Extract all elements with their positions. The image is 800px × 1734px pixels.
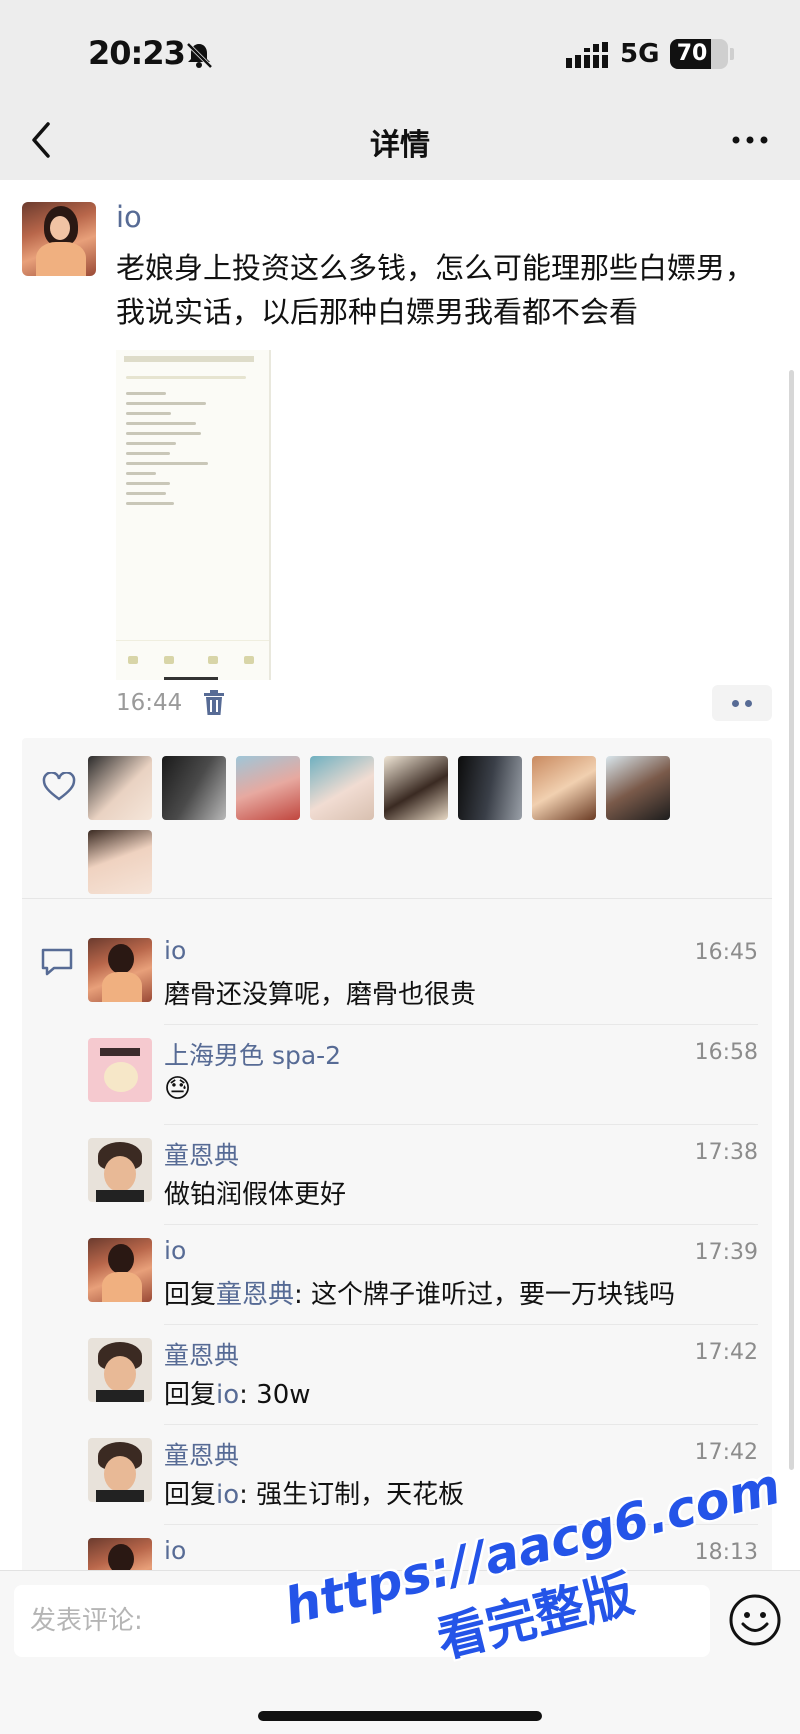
network-label: 5G <box>620 39 660 69</box>
comment-author[interactable]: io <box>164 1236 186 1265</box>
liker-avatar[interactable] <box>458 756 522 820</box>
comment-item[interactable]: 童恩典 17:42 回复io: 30w <box>88 1324 758 1438</box>
reply-target[interactable]: 童恩典 <box>216 1280 294 1310</box>
status-time: 20:23 <box>88 34 186 72</box>
reply-target[interactable]: io <box>216 1380 239 1410</box>
liker-avatar[interactable] <box>384 756 448 820</box>
comment-item[interactable]: io 16:45 磨骨还没算呢，磨骨也很贵 <box>88 936 758 1038</box>
reply-label: 回复 <box>164 1380 217 1410</box>
comment-text: 回复io: 强生订制，天花板 <box>164 1480 465 1510</box>
comment-author[interactable]: io <box>164 936 186 965</box>
comment-author[interactable]: 童恩典 <box>164 1436 239 1472</box>
comment-time: 17:42 <box>694 1340 758 1365</box>
post-time: 16:44 <box>116 690 183 716</box>
nav-bar: 详情 <box>0 100 800 180</box>
divider <box>22 898 772 899</box>
comment-text: 做铂润假体更好 <box>164 1180 347 1210</box>
comment-time: 16:45 <box>694 940 758 965</box>
avatar[interactable] <box>88 1538 152 1570</box>
bell-muted-icon <box>186 42 213 69</box>
reply-target[interactable]: io <box>216 1480 239 1510</box>
avatar[interactable] <box>88 1238 152 1302</box>
action-button[interactable] <box>712 685 772 721</box>
divider <box>164 1024 758 1025</box>
battery-icon: 70 <box>670 39 728 69</box>
comment-item[interactable]: 童恩典 17:42 回复io: 强生订制，天花板 <box>88 1424 758 1538</box>
comment-item[interactable]: 童恩典 17:38 做铂润假体更好 <box>88 1124 758 1238</box>
post-image[interactable] <box>116 350 271 680</box>
comment-text: 回复童恩典: 这个牌子谁听过，要一万块钱吗 <box>164 1280 676 1310</box>
avatar[interactable] <box>22 202 96 276</box>
divider <box>164 1224 758 1225</box>
comment-time: 16:58 <box>694 1040 758 1065</box>
liker-avatar[interactable] <box>236 756 300 820</box>
comment-item[interactable]: io 17:39 回复童恩典: 这个牌子谁听过，要一万块钱吗 <box>88 1224 758 1338</box>
comment-author[interactable]: io <box>164 1536 186 1565</box>
avatar[interactable] <box>88 1038 152 1102</box>
liker-avatar[interactable] <box>162 756 226 820</box>
heart-icon <box>42 772 76 801</box>
divider <box>164 1124 758 1125</box>
comment-input[interactable] <box>14 1585 710 1657</box>
comment-icon <box>41 948 73 976</box>
post-text: 老娘身上投资这么多钱，怎么可能理那些白嫖男，我说实话，以后那种白嫖男我看都不会看 <box>116 251 755 329</box>
comment-author[interactable]: 童恩典 <box>164 1136 239 1172</box>
comment-time: 17:39 <box>694 1240 758 1265</box>
comment-item[interactable]: 上海男色 spa-2 16:58 😓 <box>88 1024 758 1138</box>
comment-item[interactable]: io 18:13 <box>88 1524 758 1570</box>
post-author[interactable]: io <box>116 200 142 234</box>
liker-avatar[interactable] <box>532 756 596 820</box>
comment-author[interactable]: 上海男色 spa-2 <box>164 1036 341 1072</box>
moment-detail: io 老娘身上投资这么多钱，怎么可能理那些白嫖男，我说实话，以后那种白嫖男我看都… <box>0 180 800 1570</box>
avatar[interactable] <box>88 1438 152 1502</box>
status-bar: 20:23 5G 70 <box>0 0 800 100</box>
comment-text: 回复io: 30w <box>164 1380 311 1410</box>
comment-time: 17:42 <box>694 1440 758 1465</box>
battery-level: 70 <box>676 41 708 66</box>
comment-text: 😓 <box>164 1074 192 1104</box>
comment-text: 磨骨还没算呢，磨骨也很贵 <box>164 980 477 1010</box>
interaction-panel: io 16:45 磨骨还没算呢，磨骨也很贵 上海男色 spa-2 16:58 😓… <box>22 738 772 1570</box>
comment-bar <box>0 1570 800 1734</box>
divider <box>164 1324 758 1325</box>
divider <box>164 1524 758 1525</box>
reply-label: 回复 <box>164 1280 217 1310</box>
liker-avatar[interactable] <box>310 756 374 820</box>
comment-time: 18:13 <box>694 1540 758 1565</box>
signal-icon <box>566 42 610 68</box>
trash-icon[interactable] <box>202 690 226 716</box>
more-button[interactable] <box>730 130 770 150</box>
comment-author[interactable]: 童恩典 <box>164 1336 239 1372</box>
page-title: 详情 <box>370 128 430 163</box>
liker-avatar[interactable] <box>606 756 670 820</box>
battery-tip <box>730 48 734 60</box>
avatar[interactable] <box>88 1338 152 1402</box>
liker-avatar[interactable] <box>88 756 152 820</box>
home-indicator[interactable] <box>258 1711 542 1721</box>
avatar[interactable] <box>88 938 152 1002</box>
emoji-icon[interactable] <box>728 1593 782 1647</box>
scrollbar[interactable] <box>789 370 794 1470</box>
reply-label: 回复 <box>164 1480 217 1510</box>
avatar[interactable] <box>88 1138 152 1202</box>
liker-avatar[interactable] <box>88 830 152 894</box>
comment-time: 17:38 <box>694 1140 758 1165</box>
divider <box>164 1424 758 1425</box>
